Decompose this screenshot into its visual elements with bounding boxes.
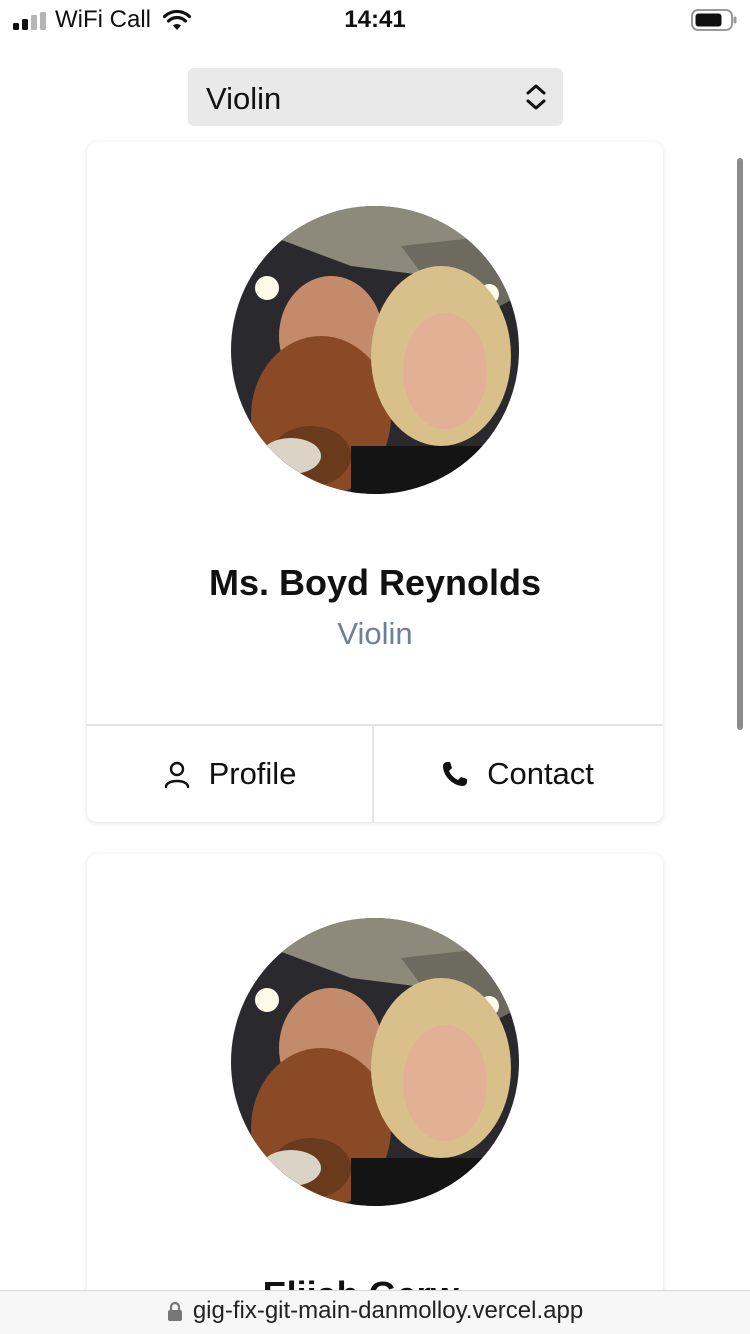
avatar-photo [231,918,519,1206]
lock-icon [167,1301,182,1321]
browser-url-bar[interactable]: gig-fix-git-main-danmolloy.vercel.app [0,1290,750,1334]
contact-button-label: Contact [487,756,594,791]
musician-card: Ms. Boyd Reynolds Violin Profile Contact [87,142,663,822]
avatar-photo [231,206,519,494]
battery-icon [691,9,737,31]
clock: 14:41 [344,6,406,33]
page-scrollbar[interactable] [737,158,743,730]
musician-card: Elijah Gerw... [87,854,663,1334]
profile-button[interactable]: Profile [87,726,374,822]
phone-icon [443,762,468,786]
url-text: gig-fix-git-main-danmolloy.vercel.app [192,1297,584,1324]
profile-button-label: Profile [208,756,297,791]
instrument-select-value: Violin [206,81,282,116]
avatar [231,918,519,1206]
chevron-up-down-icon [526,84,546,110]
avatar [231,206,519,494]
status-bar: WiFi Call 14:41 [0,0,750,40]
user-outline-icon [164,761,189,788]
musician-name: Ms. Boyd Reynolds [208,562,542,603]
musician-instrument: Violin [337,616,413,651]
instrument-select[interactable]: Violin [188,68,563,126]
card-actions: Profile Contact [87,724,663,822]
contact-button[interactable]: Contact [374,726,661,822]
